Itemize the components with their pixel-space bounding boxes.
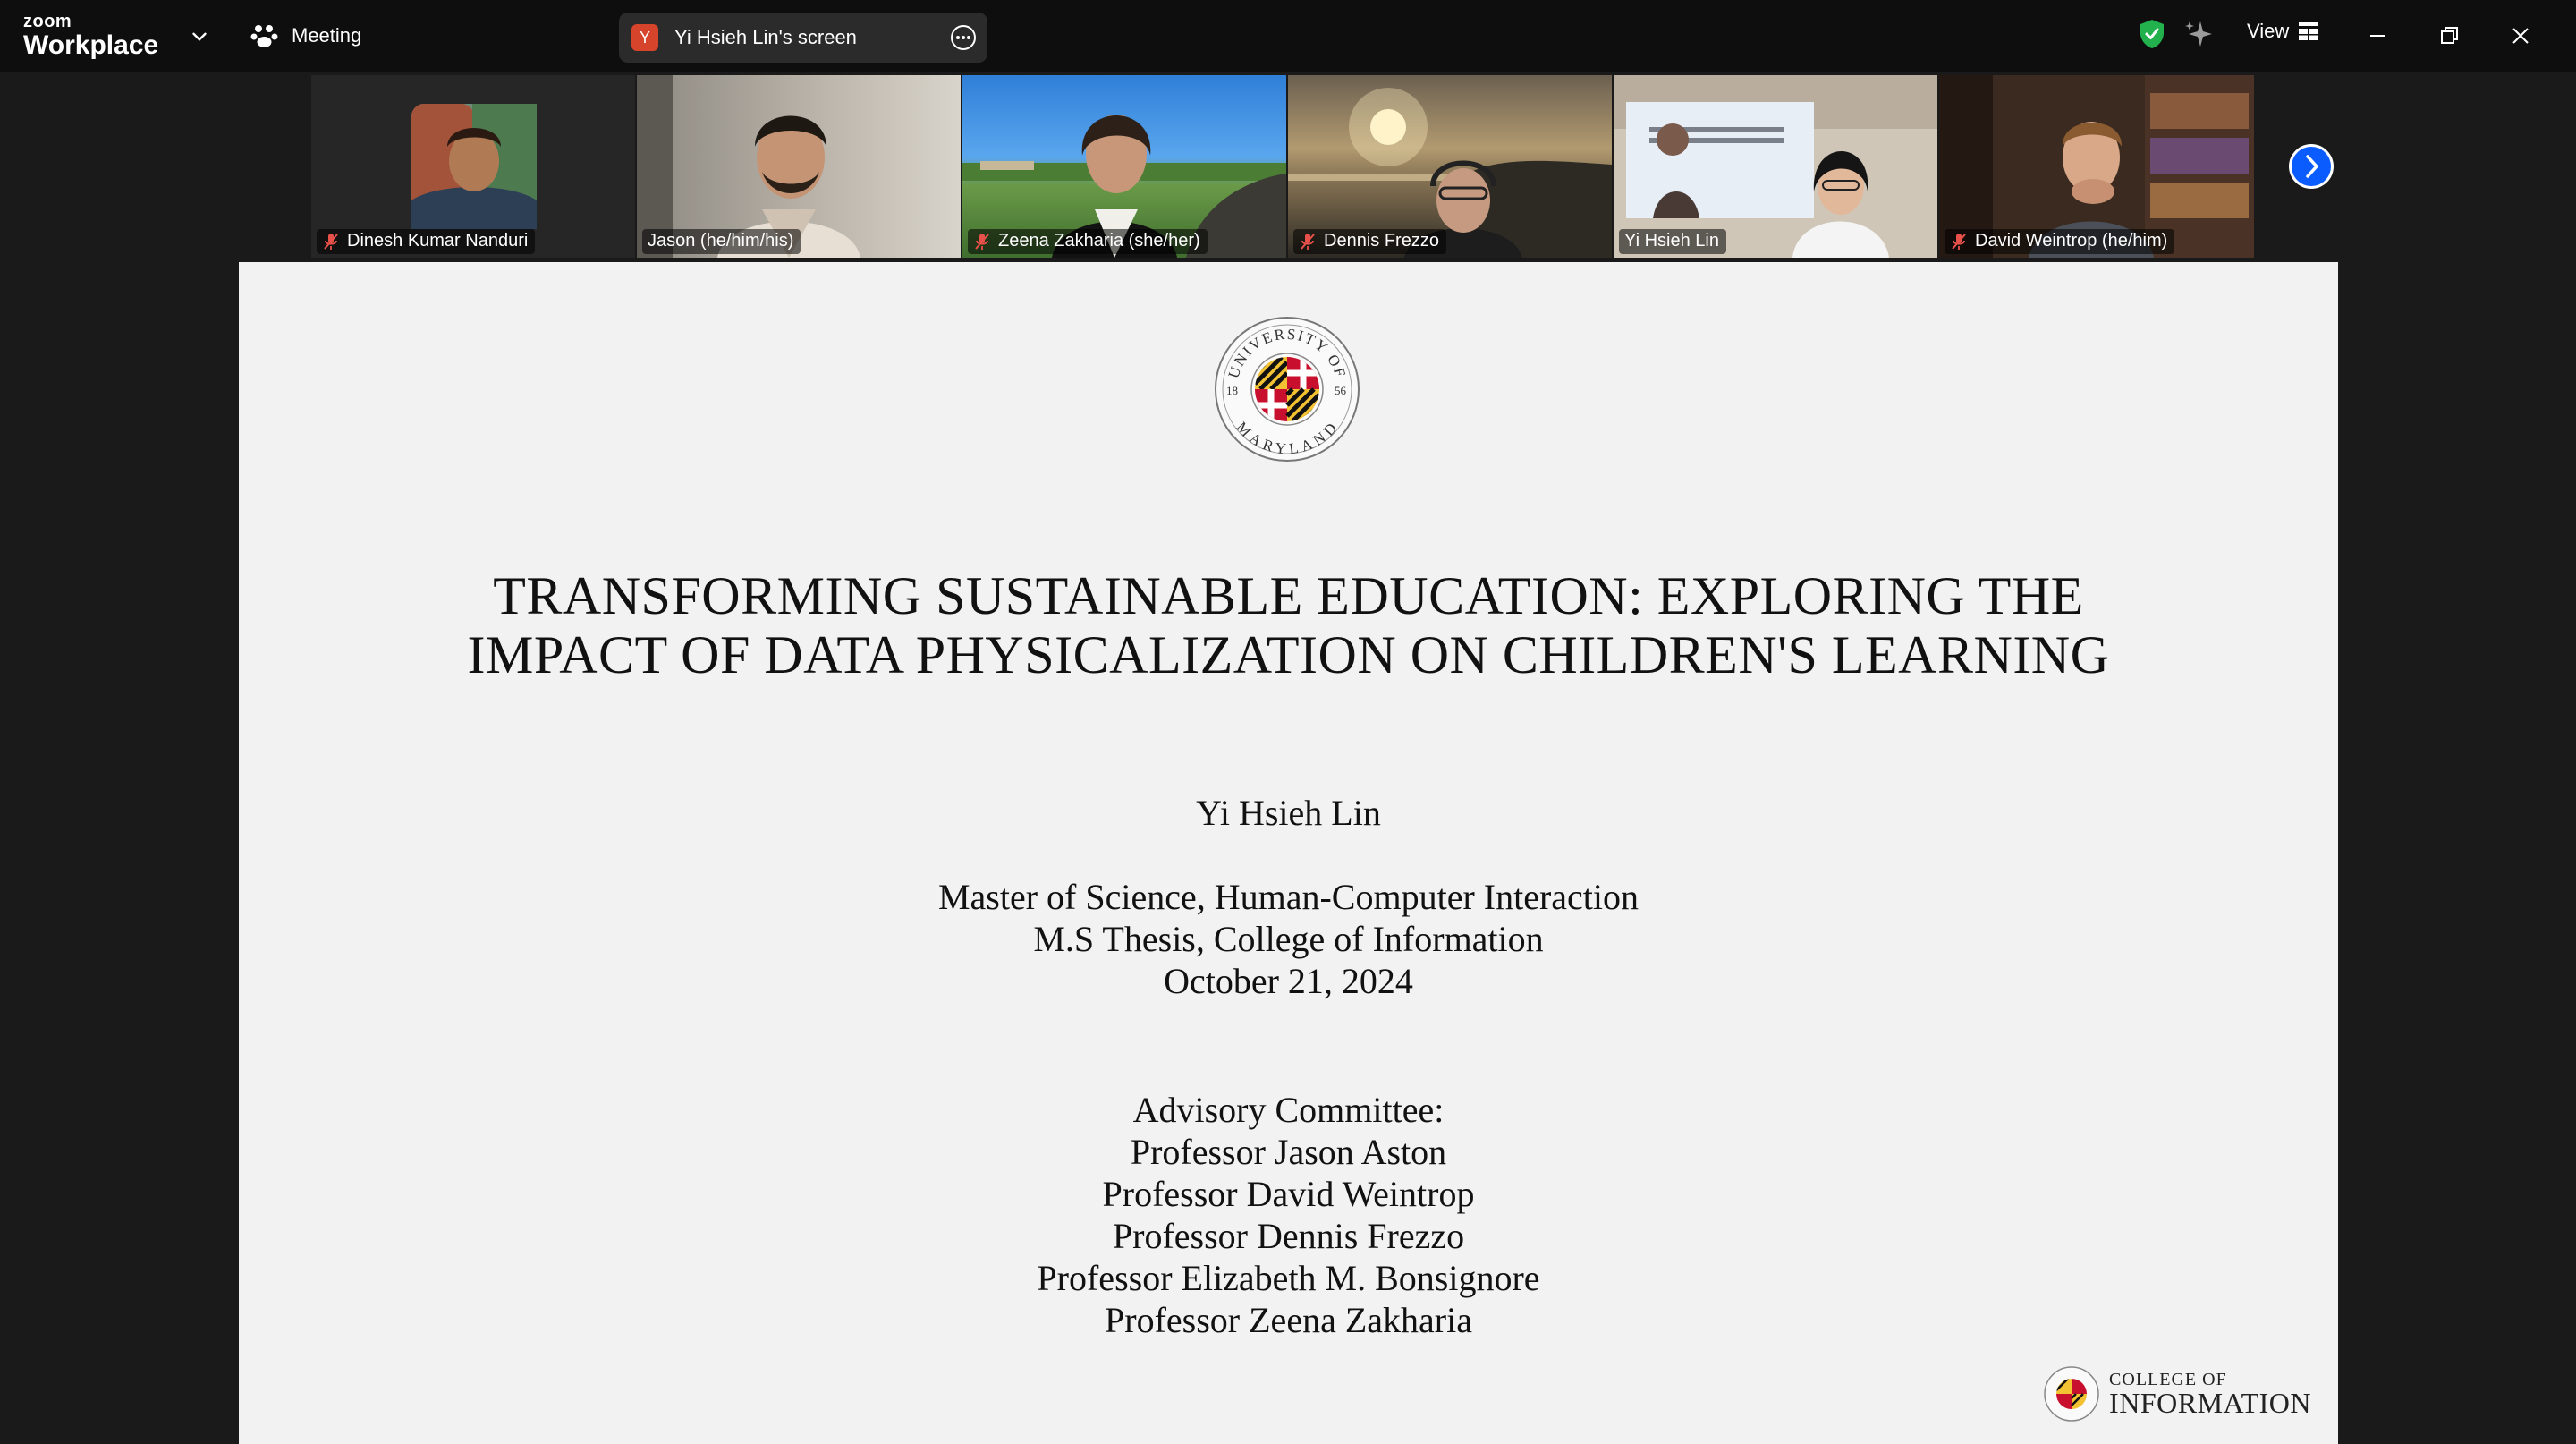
view-button[interactable]: View bbox=[2247, 20, 2319, 43]
minimize-icon[interactable] bbox=[2361, 20, 2394, 52]
participant-name: David Weintrop (he/him) bbox=[1945, 229, 2175, 254]
view-label: View bbox=[2247, 20, 2290, 42]
view-grid-icon bbox=[2299, 22, 2319, 40]
participant-tile[interactable]: Zeena Zakharia (she/her) bbox=[962, 75, 1286, 258]
app-logo: zoom Workplace bbox=[23, 13, 158, 59]
participant-name: Dinesh Kumar Nanduri bbox=[317, 229, 536, 254]
restore-icon[interactable] bbox=[2433, 20, 2465, 52]
meeting-label: Meeting bbox=[292, 24, 362, 47]
presenter-name: Yi Hsieh Lin bbox=[1196, 793, 1381, 833]
title-bar: zoom Workplace Meeting Y Yi Hsieh Lin's … bbox=[0, 0, 2576, 72]
shield-check-icon[interactable] bbox=[2138, 18, 2166, 50]
degree-info: Master of Science, Human-Computer Intera… bbox=[937, 877, 1640, 1001]
committee-member: Professor David Weintrop bbox=[1102, 1174, 1475, 1214]
sparkle-icon[interactable] bbox=[2182, 18, 2215, 50]
participant-tile-active[interactable]: Yi Hsieh Lin bbox=[1614, 75, 1937, 258]
college-wordmark: COLLEGE OF INFORMATION bbox=[2109, 1370, 2311, 1419]
slide-title: TRANSFORMING SUSTAINABLE EDUCATION: EXPL… bbox=[467, 566, 2110, 684]
college-of-information-logo: COLLEGE OF INFORMATION bbox=[2043, 1365, 2311, 1423]
university-seal-logo: UNIVERSITY OF MARYLAND 18 56 bbox=[1215, 317, 1360, 462]
college-seal-icon bbox=[2044, 1366, 2099, 1422]
participant-tile[interactable]: Jason (he/him/his) bbox=[637, 75, 961, 258]
participant-name: Jason (he/him/his) bbox=[642, 229, 801, 254]
committee-member: Professor Zeena Zakharia bbox=[1105, 1300, 1472, 1340]
chevron-down-icon[interactable] bbox=[188, 25, 211, 48]
shared-screen-slide: UNIVERSITY OF MARYLAND 18 56 TRANSFORMIN… bbox=[239, 262, 2338, 1444]
participant-name: Dennis Frezzo bbox=[1293, 229, 1446, 254]
meeting-paw-icon bbox=[250, 25, 278, 47]
committee-member: Professor Dennis Frezzo bbox=[1112, 1216, 1465, 1256]
committee-member: Professor Elizabeth M. Bonsignore bbox=[1037, 1258, 1540, 1298]
share-avatar: Y bbox=[631, 24, 658, 51]
meeting-button[interactable]: Meeting bbox=[250, 18, 361, 54]
chevron-right-icon[interactable] bbox=[2288, 143, 2334, 190]
committee-heading: Advisory Committee: bbox=[1132, 1090, 1445, 1130]
brand-small: zoom bbox=[23, 12, 72, 31]
participant-name: Yi Hsieh Lin bbox=[1619, 229, 1726, 254]
more-icon[interactable] bbox=[948, 22, 979, 53]
close-icon[interactable] bbox=[2504, 20, 2537, 52]
participant-name: Zeena Zakharia (she/her) bbox=[968, 229, 1208, 254]
seal-year-right: 56 bbox=[1335, 384, 1347, 397]
seal-year-left: 18 bbox=[1226, 384, 1238, 397]
advisory-committee: Advisory Committee: Professor Jason Asto… bbox=[239, 1089, 2338, 1341]
screen-share-indicator[interactable]: Y Yi Hsieh Lin's screen bbox=[619, 13, 987, 63]
mic-muted-icon bbox=[975, 233, 989, 250]
participant-tile[interactable]: Dinesh Kumar Nanduri bbox=[311, 75, 635, 258]
participant-tile[interactable]: Dennis Frezzo bbox=[1288, 75, 1612, 258]
mic-muted-icon bbox=[1952, 233, 1966, 250]
mic-muted-icon bbox=[1301, 233, 1315, 250]
participant-tile[interactable]: David Weintrop (he/him) bbox=[1939, 75, 2254, 258]
share-label: Yi Hsieh Lin's screen bbox=[674, 26, 857, 48]
brand-large: Workplace bbox=[23, 30, 159, 60]
committee-member: Professor Jason Aston bbox=[1130, 1132, 1447, 1172]
mic-muted-icon bbox=[324, 233, 338, 250]
